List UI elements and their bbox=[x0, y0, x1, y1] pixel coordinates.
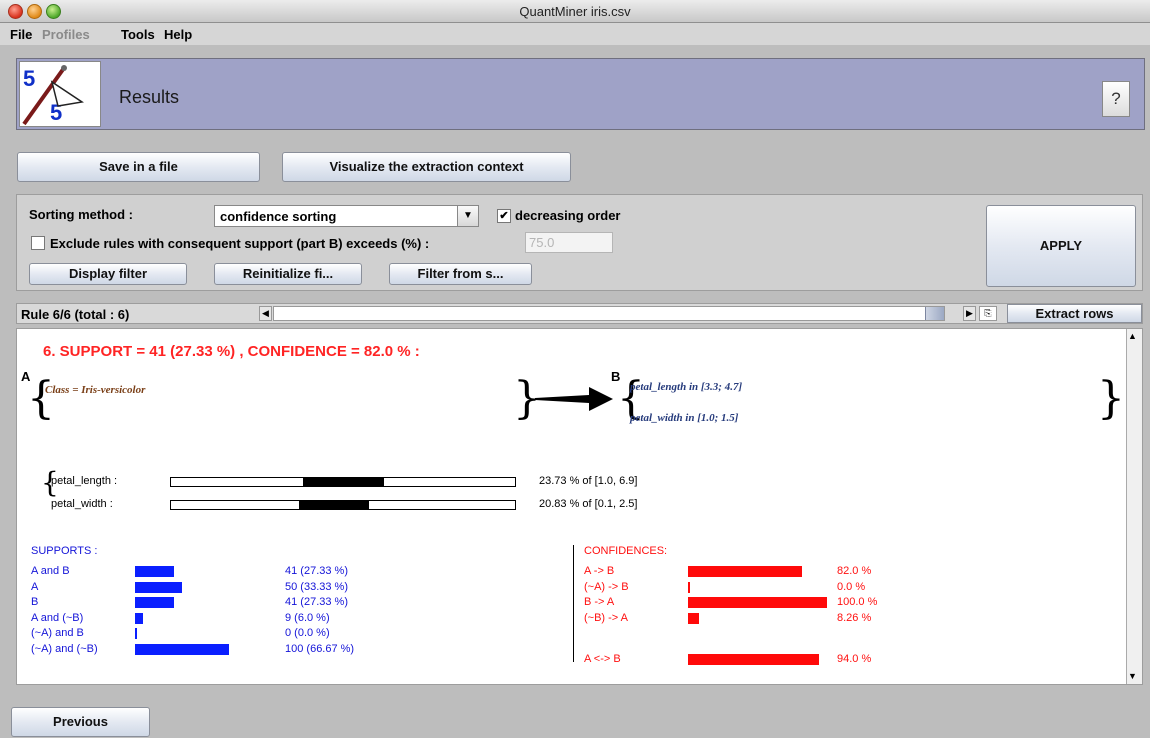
supports-title: SUPPORTS : bbox=[31, 545, 98, 557]
confidence-bar bbox=[688, 654, 819, 665]
support-row-value: 50 (33.33 %) bbox=[285, 581, 348, 593]
scroll-down-arrow[interactable]: ▼ bbox=[1128, 671, 1137, 681]
scroll-right-arrow[interactable]: ▶ bbox=[963, 306, 976, 321]
rule-counter: Rule 6/6 (total : 6) bbox=[21, 307, 130, 322]
decreasing-order-checkbox[interactable]: ✔ bbox=[497, 209, 511, 223]
consequent-item: petal_width in [1.0; 1.5] bbox=[630, 412, 739, 424]
support-row-label: A and (~B) bbox=[31, 612, 84, 624]
menu-profiles[interactable]: Profiles bbox=[42, 27, 90, 42]
confidence-bar bbox=[688, 597, 827, 608]
confidences-title: CONFIDENCES: bbox=[584, 545, 668, 557]
window-titlebar: QuantMiner iris.csv bbox=[0, 0, 1150, 23]
support-bar bbox=[135, 582, 182, 593]
support-row-label: A and B bbox=[31, 565, 70, 577]
confidence-row-value: 82.0 % bbox=[837, 565, 872, 577]
support-row-label: (~A) and (~B) bbox=[31, 643, 98, 655]
help-button[interactable]: ? bbox=[1102, 81, 1130, 117]
rule-details-pane: 6. SUPPORT = 41 (27.33 %) , CONFIDENCE =… bbox=[16, 328, 1143, 685]
support-row-label: (~A) and B bbox=[31, 627, 84, 639]
rule-scroll-thumb[interactable] bbox=[925, 307, 944, 320]
stats-divider bbox=[573, 545, 574, 662]
interval-value: 23.73 % of [1.0, 6.9] bbox=[539, 475, 638, 487]
sorting-method-label: Sorting method : bbox=[29, 207, 133, 222]
consequent-item: petal_length in [3.3; 4.7] bbox=[630, 381, 743, 393]
interval-value: 20.83 % of [0.1, 2.5] bbox=[539, 498, 638, 510]
apply-button[interactable]: APPLY bbox=[986, 205, 1136, 287]
confidence-row-label: A -> B bbox=[584, 565, 615, 577]
confidence-row-label: B -> A bbox=[584, 596, 615, 608]
support-row-value: 9 (6.0 %) bbox=[285, 612, 330, 624]
menu-help[interactable]: Help bbox=[164, 27, 192, 42]
menu-tools[interactable]: Tools bbox=[121, 27, 155, 42]
support-row-label: A bbox=[31, 581, 39, 593]
support-row-label: B bbox=[31, 596, 39, 608]
support-row-value: 0 (0.0 %) bbox=[285, 627, 330, 639]
visualize-context-button[interactable]: Visualize the extraction context bbox=[282, 152, 571, 182]
filter-from-button[interactable]: Filter from s... bbox=[389, 263, 532, 285]
page-title: Results bbox=[119, 87, 180, 107]
confidence-row-value: 8.26 % bbox=[837, 612, 872, 624]
exclude-threshold-input[interactable]: 75.0 bbox=[525, 232, 613, 253]
menu-bar: File Profiles Tools Help bbox=[0, 23, 1150, 45]
confidence-row-value: 94.0 % bbox=[837, 653, 872, 665]
confidence-bar bbox=[688, 566, 802, 577]
support-row-value: 41 (27.33 %) bbox=[285, 565, 348, 577]
save-in-file-button[interactable]: Save in a file bbox=[17, 152, 260, 182]
exclude-rules-label: Exclude rules with consequent support (p… bbox=[50, 236, 430, 251]
menu-file[interactable]: File bbox=[10, 27, 32, 42]
interval-bar bbox=[170, 500, 516, 510]
interval-fill bbox=[303, 478, 384, 486]
support-bar bbox=[135, 644, 229, 655]
confidence-row-label: A <-> B bbox=[584, 653, 621, 665]
right-brace-icon: } bbox=[1097, 373, 1125, 424]
header-banner: 5 5 Results ? bbox=[16, 58, 1145, 130]
confidence-row-label: (~B) -> A bbox=[584, 612, 629, 624]
scroll-up-arrow[interactable]: ▲ bbox=[1128, 331, 1137, 341]
rule-navigation-bar: Rule 6/6 (total : 6) ◀ ▶ ⎘ Extract rows bbox=[16, 303, 1143, 324]
support-bar bbox=[135, 597, 174, 608]
scroll-left-arrow[interactable]: ◀ bbox=[259, 306, 272, 321]
interval-label: petal_width : bbox=[51, 498, 113, 510]
exclude-rules-checkbox[interactable] bbox=[31, 236, 45, 250]
window-title: QuantMiner iris.csv bbox=[519, 4, 631, 19]
support-bar bbox=[135, 613, 143, 624]
svg-text:5: 5 bbox=[23, 66, 35, 91]
interval-bar bbox=[170, 477, 516, 487]
confidence-row-label: (~A) -> B bbox=[584, 581, 629, 593]
content-vertical-scrollbar[interactable]: ▲ ▼ bbox=[1126, 329, 1142, 684]
filter-panel: Sorting method : confidence sorting ▼ ✔ … bbox=[16, 194, 1143, 291]
confidence-row-value: 100.0 % bbox=[837, 596, 878, 608]
interval-label: petal_length : bbox=[51, 475, 118, 487]
support-row-value: 100 (66.67 %) bbox=[285, 643, 355, 655]
rule-scrollbar[interactable] bbox=[273, 306, 945, 321]
display-filter-button[interactable]: Display filter bbox=[29, 263, 187, 285]
implication-arrow-icon bbox=[535, 387, 613, 411]
decreasing-order-label: decreasing order bbox=[515, 208, 621, 223]
confidence-bar bbox=[688, 582, 690, 593]
extract-rows-button[interactable]: Extract rows bbox=[1007, 304, 1142, 323]
copy-icon[interactable]: ⎘ bbox=[979, 306, 997, 321]
reinitialize-filter-button[interactable]: Reinitialize fi... bbox=[214, 263, 362, 285]
sorting-method-select[interactable]: confidence sorting ▼ bbox=[214, 205, 479, 227]
interval-fill bbox=[299, 501, 369, 509]
quantminer-logo: 5 5 bbox=[19, 61, 101, 127]
confidence-row-value: 0.0 % bbox=[837, 581, 866, 593]
sorting-method-value: confidence sorting bbox=[220, 209, 337, 224]
support-bar bbox=[135, 566, 174, 577]
confidence-bar bbox=[688, 613, 699, 624]
support-bar bbox=[135, 628, 137, 639]
chevron-down-icon[interactable]: ▼ bbox=[457, 206, 478, 226]
previous-button[interactable]: Previous bbox=[11, 707, 150, 737]
antecedent-item: Class = Iris-versicolor bbox=[45, 384, 146, 396]
rule-headline: 6. SUPPORT = 41 (27.33 %) , CONFIDENCE =… bbox=[43, 343, 420, 360]
support-row-value: 41 (27.33 %) bbox=[285, 596, 348, 608]
